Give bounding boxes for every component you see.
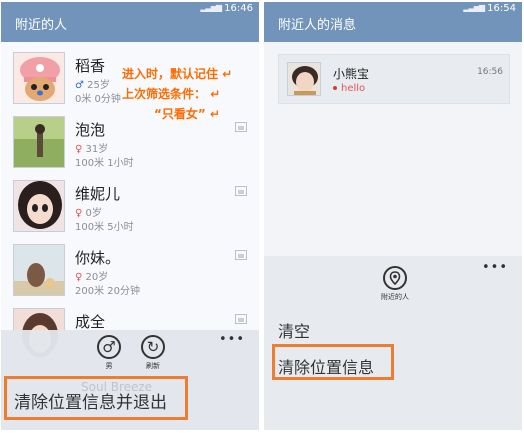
- highlight-box: [272, 344, 394, 380]
- location-pin-icon: [383, 266, 407, 290]
- person-age: ♀ 0岁: [75, 208, 102, 219]
- nearby-people-button[interactable]: 附近的人: [374, 266, 416, 302]
- more-icon[interactable]: •••: [482, 260, 508, 275]
- person-name: 维妮儿: [75, 185, 121, 203]
- person-age: ♀ 20岁: [75, 272, 109, 283]
- photo-icon: [235, 314, 247, 324]
- avatar: [13, 116, 65, 168]
- male-icon: ♂: [97, 335, 121, 359]
- menu-clear[interactable]: 清空: [278, 318, 310, 342]
- phone-nearby-people: ▂▃▅▆ 16:46 附近的人 稻香 ♂ 25岁 0米 0分钟 泡泡 ♀ 31岁…: [1, 2, 259, 430]
- photo-icon: [235, 250, 247, 260]
- message-preview: hello: [333, 83, 365, 94]
- signal-icon: ▂▃▅▆: [200, 3, 222, 12]
- unread-dot-icon: [333, 86, 337, 90]
- avatar: [13, 180, 65, 232]
- annotation-note: 进入时，默认记住 ↵ 上次筛选条件： ↵ “只看女” ↵: [122, 67, 233, 121]
- status-bar: ▂▃▅▆ 16:46: [1, 2, 259, 16]
- person-row[interactable]: 你妹。 ♀ 20岁 200米 20分钟: [1, 238, 259, 302]
- page-title: 附近的人: [1, 16, 259, 42]
- person-row[interactable]: 维妮儿 ♀ 0岁 100米 5小时: [1, 174, 259, 238]
- avatar: [13, 244, 65, 296]
- refresh-icon: ↻: [141, 335, 165, 359]
- male-filter-button[interactable]: ♂ 男: [91, 335, 127, 371]
- status-time: 16:46: [224, 3, 253, 14]
- person-name: 泡泡: [75, 121, 106, 139]
- message-time: 16:56: [477, 67, 503, 77]
- refresh-button[interactable]: ↻ 刷新: [135, 335, 171, 371]
- avatar: [13, 52, 65, 104]
- app-bar-expanded: 附近的人 ••• 清空 清除位置信息: [264, 256, 522, 430]
- photo-icon: [235, 186, 247, 196]
- screenshot-canvas: ▂▃▅▆ 16:46 附近的人 稻香 ♂ 25岁 0米 0分钟 泡泡 ♀ 31岁…: [0, 0, 524, 433]
- status-time: 16:54: [487, 3, 516, 14]
- person-age: ♀ 31岁: [75, 144, 109, 155]
- app-bar: ♂ 男 ↻ 刷新 ••• Soul Breeze 清除位置信息并退出: [1, 330, 259, 430]
- person-age: ♂ 25岁: [75, 80, 110, 91]
- phone-nearby-messages: ▂▃▅▆ 16:54 附近人的消息 小熊宝 hello 16:56 附近的人 •…: [264, 2, 522, 430]
- status-bar: ▂▃▅▆ 16:54: [264, 2, 522, 16]
- person-distance: 200米 20分钟: [75, 286, 140, 297]
- person-distance: 100米 1小时: [75, 158, 134, 169]
- avatar: [287, 62, 321, 96]
- person-name: 你妹。: [75, 249, 121, 267]
- person-distance: 100米 5小时: [75, 222, 134, 233]
- message-item[interactable]: 小熊宝 hello 16:56: [278, 54, 510, 104]
- person-distance: 0米 0分钟: [75, 94, 121, 105]
- person-name: 稻香: [75, 57, 106, 75]
- more-icon[interactable]: •••: [219, 332, 245, 347]
- person-name: 成全: [75, 313, 106, 331]
- sender-name: 小熊宝: [333, 67, 370, 81]
- page-title: 附近人的消息: [264, 16, 522, 42]
- signal-icon: ▂▃▅▆: [463, 3, 485, 12]
- highlight-box: [4, 376, 188, 420]
